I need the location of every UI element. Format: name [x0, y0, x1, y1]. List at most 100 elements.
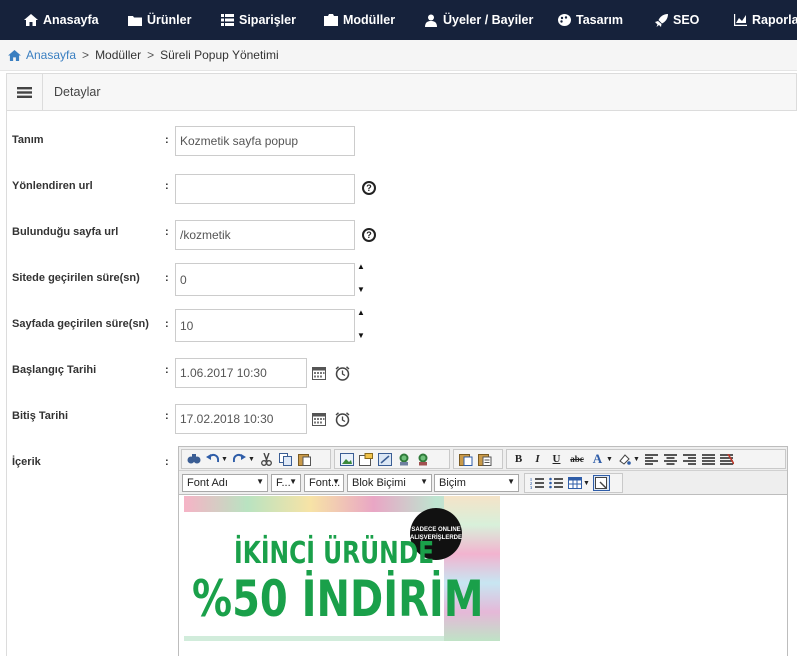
rich-text-editor: ▼ ▼ B I U abc A ▼ ▼ Font Adı ▼ F... ▼ Fo… — [178, 446, 788, 656]
label-yonlendiren-url: Yönlendiren url — [12, 180, 93, 192]
toolbar-group-lists: 123 ▼ — [524, 473, 623, 493]
font-size-select[interactable]: F... ▼ — [271, 474, 301, 492]
breadcrumb: Anasayfa > Modüller > Süreli Popup Yönet… — [0, 40, 797, 71]
breadcrumb-home[interactable]: Anasayfa — [8, 48, 76, 62]
label-sitede-sure: Sitede geçirilen süre(sn) — [12, 272, 140, 284]
menu-toggle-button[interactable] — [7, 74, 43, 110]
align-left-icon[interactable] — [643, 451, 660, 467]
font-color-button[interactable]: A — [589, 451, 606, 467]
underline-button[interactable]: U — [548, 451, 565, 467]
toolbar-group-insert — [334, 449, 450, 469]
banner-line2: %50 İNDİRİM — [192, 570, 484, 628]
help-icon[interactable]: ? — [362, 181, 376, 195]
nav-item-moduller[interactable]: Modüller — [324, 0, 395, 40]
font-format-select[interactable]: Font... ▼ — [304, 474, 344, 492]
nav-item-uyeler-bayiler[interactable]: Üyeler / Bayiler — [424, 0, 533, 40]
table-icon[interactable] — [566, 475, 583, 491]
chevron-down-icon: ▼ — [289, 477, 297, 486]
chevron-down-icon[interactable]: ▼ — [633, 456, 640, 463]
sitede-sure-input[interactable]: 0 — [175, 263, 355, 296]
breadcrumb-separator: > — [147, 48, 155, 62]
home-icon — [24, 14, 38, 26]
unordered-list-icon[interactable] — [547, 475, 564, 491]
nav-item-raporlar[interactable]: Raporlar — [734, 0, 797, 40]
cut-icon[interactable] — [258, 451, 275, 467]
link-icon[interactable] — [395, 451, 412, 467]
banner-line1: İKİNCİ ÜRÜNDE — [234, 536, 435, 571]
tanim-input[interactable]: Kozmetik sayfa popup — [175, 126, 355, 156]
colon: : — [165, 456, 169, 468]
banner-decor-bottom — [184, 636, 444, 641]
paste-word-icon[interactable] — [457, 451, 474, 467]
block-format-select[interactable]: Blok Biçimi ▼ — [347, 474, 432, 492]
paste-text-icon[interactable] — [476, 451, 493, 467]
bulundugu-url-input[interactable]: /kozmetik — [175, 220, 355, 250]
nav-label: Üyeler / Bayiler — [443, 13, 534, 27]
spin-down-icon[interactable]: ▼ — [357, 332, 365, 340]
toolbar-group-paste-special — [453, 449, 503, 469]
nav-item-siparisler[interactable]: Siparişler — [221, 0, 296, 40]
find-icon[interactable] — [185, 451, 202, 467]
align-center-icon[interactable] — [662, 451, 679, 467]
clock-icon[interactable] — [335, 412, 350, 427]
panel-header: Detaylar — [6, 73, 797, 111]
colon: : — [165, 226, 169, 238]
spin-up-icon[interactable]: ▲ — [357, 309, 365, 317]
unlink-icon[interactable] — [414, 451, 431, 467]
spin-down-icon[interactable]: ▼ — [357, 286, 365, 294]
preview-icon[interactable] — [592, 475, 610, 491]
font-name-select[interactable]: Font Adı ▼ — [182, 474, 268, 492]
style-select[interactable]: Biçim ▼ — [434, 474, 519, 492]
template-icon[interactable] — [357, 451, 374, 467]
bitis-date-input[interactable]: 17.02.2018 10:30 — [175, 404, 307, 434]
nav-label: Raporlar — [752, 13, 797, 27]
copy-icon[interactable] — [277, 451, 294, 467]
chart-icon — [734, 14, 747, 26]
chevron-down-icon[interactable]: ▼ — [248, 456, 255, 463]
bold-button[interactable]: B — [510, 451, 527, 467]
label-tanim: Tanım — [12, 134, 44, 146]
nav-item-anasayfa[interactable]: Anasayfa — [24, 0, 99, 40]
paste-icon[interactable] — [296, 451, 313, 467]
spin-up-icon[interactable]: ▲ — [357, 263, 365, 271]
calendar-icon[interactable] — [312, 367, 326, 380]
italic-button[interactable]: I — [529, 451, 546, 467]
ordered-list-icon[interactable]: 123 — [528, 475, 545, 491]
yonlendiren-url-input[interactable] — [175, 174, 355, 204]
label-baslangic: Başlangıç Tarihi — [12, 364, 97, 376]
align-justify-icon[interactable] — [700, 451, 717, 467]
strikethrough-button[interactable]: abc — [567, 451, 587, 467]
colon: : — [165, 410, 169, 422]
breadcrumb-item-moduller[interactable]: Modüller — [95, 48, 141, 62]
align-right-icon[interactable] — [681, 451, 698, 467]
undo-icon[interactable] — [204, 451, 221, 467]
baslangic-date-input[interactable]: 1.06.2017 10:30 — [175, 358, 307, 388]
help-icon[interactable]: ? — [362, 228, 376, 242]
breadcrumb-separator: > — [82, 48, 90, 62]
image-icon[interactable] — [338, 451, 355, 467]
breadcrumb-item-current: Süreli Popup Yönetimi — [160, 48, 279, 62]
nav-label: Anasayfa — [43, 13, 99, 27]
highlight-color-icon[interactable] — [616, 451, 633, 467]
redo-icon[interactable] — [231, 451, 248, 467]
label-bulundugu-url: Bulunduğu sayfa url — [12, 226, 119, 238]
sayfada-sure-input[interactable]: 10 — [175, 309, 355, 342]
label-sayfada-sure: Sayfada geçirilen süre(sn) — [12, 318, 149, 330]
nav-item-tasarim[interactable]: Tasarım — [558, 0, 623, 40]
editor-content-area[interactable]: SADECE ONLINE ALIŞVERİŞLERDE İKİNCİ ÜRÜN… — [179, 496, 787, 656]
chevron-down-icon: ▼ — [256, 477, 264, 486]
nav-item-urunler[interactable]: Ürünler — [128, 0, 191, 40]
palette-icon — [558, 14, 571, 26]
nav-item-seo[interactable]: SEO — [655, 0, 699, 40]
toolbar-group-format: B I U abc A ▼ ▼ — [506, 449, 786, 469]
chevron-down-icon[interactable]: ▼ — [221, 456, 228, 463]
clear-format-icon[interactable] — [719, 451, 736, 467]
clock-icon[interactable] — [335, 366, 350, 381]
nav-label: Tasarım — [576, 13, 624, 27]
media-icon[interactable] — [376, 451, 393, 467]
chevron-down-icon[interactable]: ▼ — [583, 480, 590, 487]
panel-title: Detaylar — [54, 85, 101, 99]
calendar-icon[interactable] — [312, 413, 326, 426]
chevron-down-icon[interactable]: ▼ — [606, 456, 613, 463]
toolbar-group-edit: ▼ ▼ — [181, 449, 331, 469]
